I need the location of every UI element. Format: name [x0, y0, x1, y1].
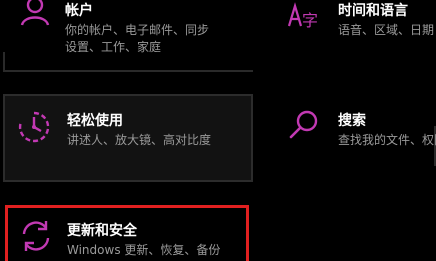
settings-tile-time-language[interactable]: 字 时间和语言 语音、区域、日期 — [280, 0, 436, 72]
tile-title: 轻松使用 — [67, 113, 123, 129]
tile-title: 帐户 — [65, 3, 93, 19]
tile-description: 查找我的文件、权限 — [338, 132, 436, 149]
tile-title: 更新和安全 — [67, 223, 137, 239]
svg-text:字: 字 — [302, 11, 318, 30]
tile-description: 你的帐户、电子邮件、同步 设置、工作、家庭 — [65, 22, 209, 56]
tile-title: 搜索 — [338, 113, 366, 129]
time-language-icon: 字 — [287, 2, 318, 30]
tile-description-line: 语音、区域、日期 — [338, 23, 435, 37]
settings-tile-accounts[interactable]: 帐户 你的帐户、电子邮件、同步 设置、工作、家庭 — [3, 0, 253, 72]
settings-tile-ease-of-access[interactable]: 轻松使用 讲述人、放大镜、高对比度 — [3, 94, 253, 182]
update-security-icon — [22, 221, 50, 251]
tile-description: Windows 更新、恢复、备份 — [67, 242, 220, 259]
tile-description-line: Windows 更新、恢复、备份 — [67, 243, 221, 257]
settings-tile-update-security[interactable]: 更新和安全 Windows 更新、恢复、备份 — [5, 205, 249, 261]
tile-title: 时间和语言 — [338, 3, 408, 19]
search-icon — [289, 110, 318, 139]
settings-tile-search[interactable]: 搜索 查找我的文件、权限 — [280, 96, 436, 182]
tile-description-line: 查找我的文件、权限 — [338, 133, 436, 147]
tile-description-line: 讲述人、放大镜、高对比度 — [67, 133, 212, 147]
tile-description: 语音、区域、日期 — [338, 22, 434, 39]
tile-description-line: 你的帐户、电子邮件、同步 — [65, 23, 210, 37]
tile-description-line: 设置、工作、家庭 — [65, 40, 162, 54]
ease-of-access-icon — [18, 111, 50, 143]
tile-description: 讲述人、放大镜、高对比度 — [67, 132, 211, 149]
person-icon — [20, 0, 50, 26]
